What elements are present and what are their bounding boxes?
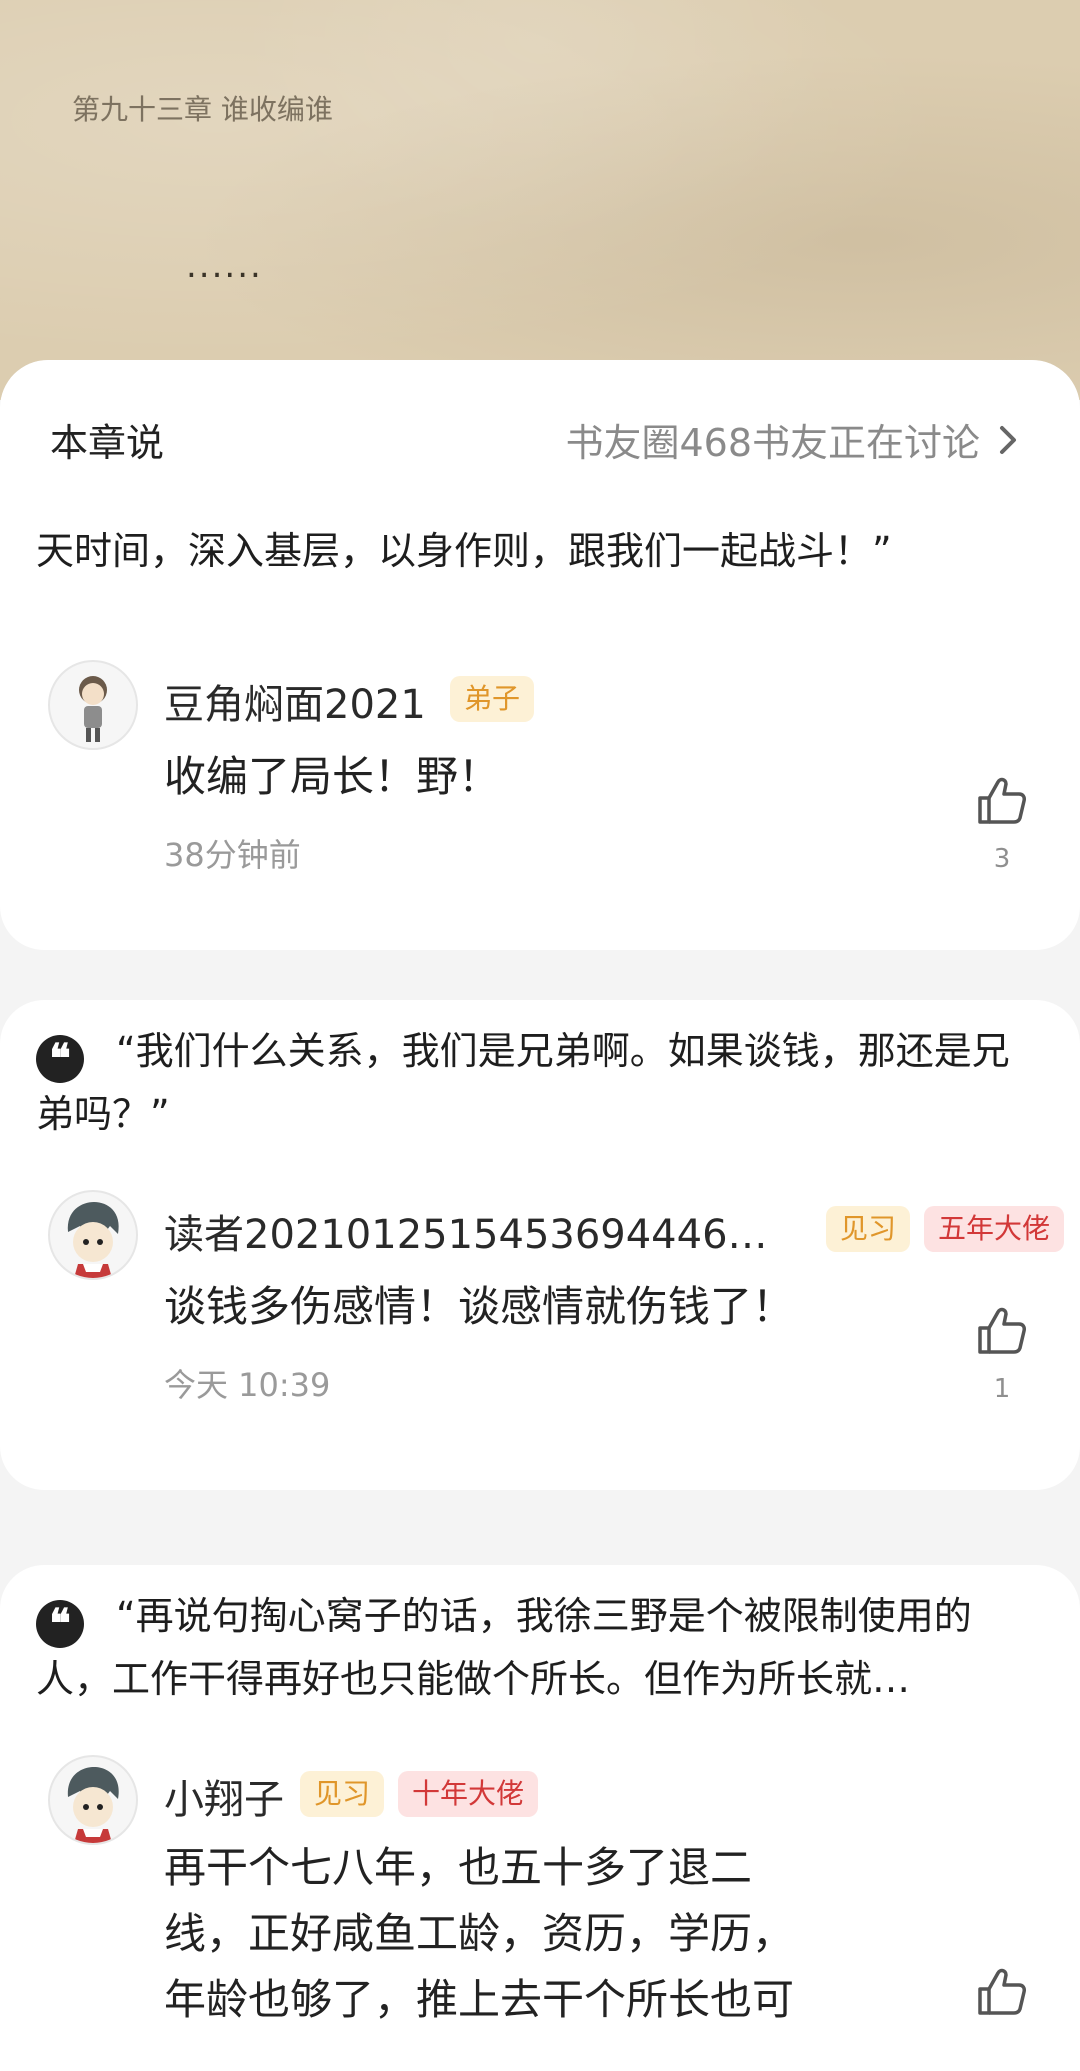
username[interactable]: 豆角焖面2021 (164, 672, 426, 730)
book-circle-label: 书友圈468书友正在讨论 (565, 421, 980, 465)
username[interactable]: 读者2021012515453694446… (164, 1202, 768, 1260)
level-badge: 见习 (300, 1771, 385, 1817)
comment-text[interactable]: 谈钱多伤感情！谈感情就伤钱了！ (164, 1274, 894, 1340)
avatar[interactable] (48, 1755, 138, 1845)
quote-content: “再说句掏心窝子的话，我徐三野是个被限制使用的人，工作干得再好也只能做个所长。但… (36, 1594, 972, 1701)
sheet-header: 本章说 书友圈468书友正在讨论 (0, 360, 1080, 500)
comment-line: 年龄也够了，推上去干个所长也可 (164, 1975, 795, 2024)
thumbs-up-icon (978, 1968, 1026, 2015)
comment-card: 本章说 书友圈468书友正在讨论 天时间，深入基层，以身作则，跟我们一起战斗！” (0, 360, 1080, 950)
thumbs-up-icon (978, 777, 1026, 824)
comment-card: ❝ “我们什么关系，我们是兄弟啊。如果谈钱，那还是兄弟吗？” 读者20210125… (0, 1000, 1080, 1490)
level-badge: 见习 (826, 1206, 911, 1252)
book-circle-link[interactable]: 书友圈468书友正在讨论 (565, 412, 1020, 467)
chapter-comments-sheet: 本章说 书友圈468书友正在讨论 天时间，深入基层，以身作则，跟我们一起战斗！” (0, 360, 1080, 2071)
chapter-title: 第九十三章 谁收编谁 (72, 93, 333, 126)
veteran-badge: 十年大佬 (398, 1771, 539, 1817)
level-badge: 弟子 (450, 676, 535, 722)
reader-ellipsis: ...... (186, 246, 263, 286)
comment-time: 今天 10:39 (164, 1366, 331, 1404)
avatar-image (67, 1767, 119, 1843)
chevron-right-icon (1000, 425, 1016, 454)
avatar-image (79, 676, 107, 742)
comment-text[interactable]: 再干个七八年，也五十多了退二 线，正好咸鱼工龄，资历，学历， 年龄也够了，推上去… (164, 1835, 894, 2033)
like-button[interactable] (972, 1967, 1032, 2021)
comment-time: 38分钟前 (164, 836, 301, 874)
quote-icon: ❝ (36, 1035, 84, 1083)
comment-card: ❝ “再说句掏心窝子的话，我徐三野是个被限制使用的人，工作干得再好也只能做个所长。… (0, 1565, 1080, 2071)
comment-line: 再干个七八年，也五十多了退二 (164, 1843, 753, 1892)
quote-content: “我们什么关系，我们是兄弟啊。如果谈钱，那还是兄弟吗？” (36, 1029, 1010, 1136)
sheet-title: 本章说 (50, 421, 165, 465)
comment-text[interactable]: 收编了局长！野！ (164, 744, 894, 810)
like-button[interactable]: 3 (972, 776, 1032, 874)
avatar[interactable] (48, 1190, 138, 1280)
veteran-badge: 五年大佬 (924, 1206, 1065, 1252)
quote-icon: ❝ (36, 1600, 84, 1648)
avatar[interactable] (48, 660, 138, 750)
username[interactable]: 小翔子 (164, 1767, 284, 1825)
reader-background (0, 0, 1080, 400)
avatar-image (67, 1202, 119, 1278)
like-count: 3 (993, 844, 1011, 874)
comment-line: 线，正好咸鱼工龄，资历，学历， (164, 1909, 795, 1958)
like-count: 1 (993, 1374, 1011, 1404)
quote-text[interactable]: ❝ “我们什么关系，我们是兄弟啊。如果谈钱，那还是兄弟吗？” (36, 1020, 1046, 1145)
quote-text[interactable]: 天时间，深入基层，以身作则，跟我们一起战斗！” (36, 520, 1046, 582)
like-button[interactable]: 1 (972, 1306, 1032, 1404)
thumbs-up-icon (978, 1307, 1026, 1354)
quote-text[interactable]: ❝ “再说句掏心窝子的话，我徐三野是个被限制使用的人，工作干得再好也只能做个所长。… (36, 1585, 1046, 1710)
